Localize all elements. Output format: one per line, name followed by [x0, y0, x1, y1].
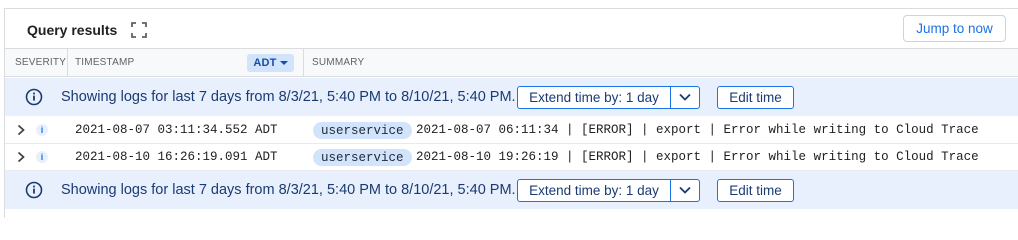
- log-summary: 2021-08-07 06:11:34 | [ERROR] | export |…: [416, 123, 979, 137]
- extend-time-label[interactable]: Extend time by: 1 day: [518, 179, 671, 201]
- time-range-message: Showing logs for last 7 days from 8/3/21…: [61, 89, 516, 105]
- column-divider[interactable]: [303, 49, 304, 76]
- extend-time-button[interactable]: Extend time by: 1 day: [517, 85, 700, 109]
- service-chip[interactable]: userservice: [313, 122, 412, 139]
- column-summary[interactable]: SUMMARY: [312, 49, 364, 76]
- edit-time-button[interactable]: Edit time: [717, 178, 794, 202]
- extend-time-label[interactable]: Extend time by: 1 day: [518, 86, 671, 108]
- log-timestamp: 2021-08-10 16:26:19.091 ADT: [75, 150, 278, 164]
- column-divider[interactable]: [67, 49, 68, 76]
- info-icon: [25, 181, 43, 199]
- timezone-label: ADT: [253, 57, 277, 69]
- severity-info-icon: i: [36, 151, 48, 163]
- expand-icon[interactable]: [130, 21, 148, 39]
- log-summary: 2021-08-10 19:26:19 | [ERROR] | export |…: [416, 150, 979, 164]
- results-header: Query results Jump to now: [5, 9, 1018, 48]
- info-icon: [25, 88, 43, 106]
- severity-info-icon: i: [36, 124, 48, 136]
- log-row[interactable]: i 2021-08-10 16:26:19.091 ADT userservic…: [5, 144, 1018, 171]
- log-row[interactable]: i 2021-08-07 03:11:34.552 ADT userservic…: [5, 117, 1018, 144]
- chevron-right-icon[interactable]: [16, 124, 26, 136]
- column-header-row: SEVERITY TIMESTAMP ADT SUMMARY: [5, 48, 1018, 77]
- chevron-down-icon: [279, 61, 288, 65]
- extend-time-button[interactable]: Extend time by: 1 day: [517, 178, 700, 202]
- edit-time-button[interactable]: Edit time: [717, 85, 794, 109]
- column-timestamp[interactable]: TIMESTAMP: [75, 49, 134, 76]
- jump-to-now-button[interactable]: Jump to now: [903, 15, 1006, 42]
- time-range-message: Showing logs for last 7 days from 8/3/21…: [61, 182, 516, 198]
- timezone-select[interactable]: ADT: [247, 54, 294, 72]
- time-range-banner-bottom: Showing logs for last 7 days from 8/3/21…: [5, 171, 1018, 209]
- page-title: Query results: [27, 22, 118, 38]
- log-timestamp: 2021-08-07 03:11:34.552 ADT: [75, 123, 278, 137]
- chevron-right-icon[interactable]: [16, 151, 26, 163]
- column-severity[interactable]: SEVERITY: [15, 49, 66, 76]
- query-results-panel: Query results Jump to now SEVERITY TIMES…: [4, 8, 1018, 218]
- chevron-down-icon[interactable]: [671, 180, 699, 201]
- time-range-banner-top: Showing logs for last 7 days from 8/3/21…: [5, 78, 1018, 116]
- chevron-down-icon[interactable]: [671, 87, 699, 108]
- service-chip[interactable]: userservice: [313, 149, 412, 166]
